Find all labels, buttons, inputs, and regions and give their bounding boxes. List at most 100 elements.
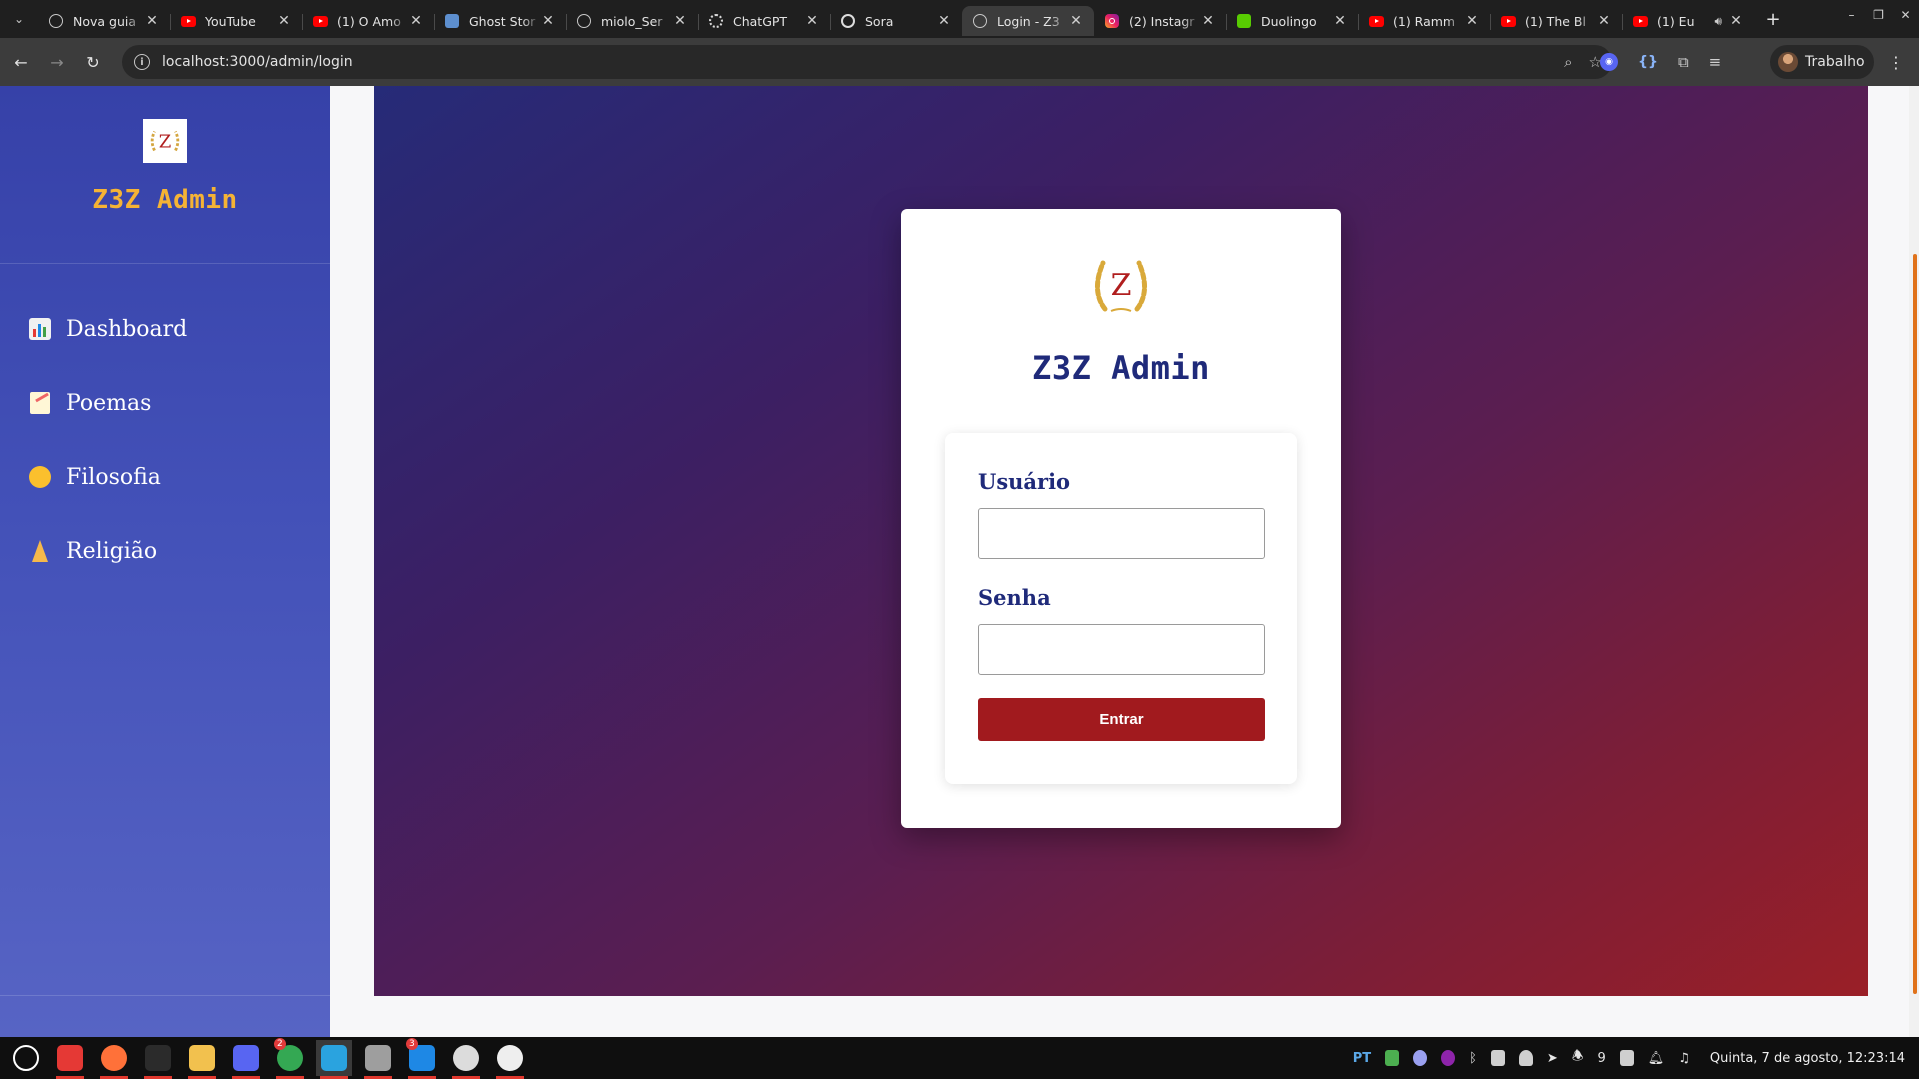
tab-title: Login - Z3 [997,13,1060,29]
close-window-icon[interactable]: ✕ [1892,8,1919,22]
profile-avatar [1778,52,1798,72]
tab-title: (1) O Amo [337,13,401,29]
music-icon[interactable]: ♫ [1678,1051,1690,1066]
browser-tab[interactable]: ChatGPT ✕ [698,6,830,36]
close-tab-icon[interactable]: ✕ [144,13,160,29]
close-tab-icon[interactable]: ✕ [1332,13,1348,29]
close-tab-icon[interactable]: ✕ [1068,13,1084,29]
bell-icon[interactable]: 🔔︎ [1648,1051,1665,1066]
sora-favicon-icon [840,13,856,29]
browser-tab[interactable]: Duolingo ✕ [1226,6,1358,36]
keyboard-language[interactable]: PT [1353,1051,1371,1066]
close-tab-icon[interactable]: ✕ [1200,13,1216,29]
discord-tray-icon[interactable] [1413,1050,1428,1066]
taskbar-app-menu[interactable] [8,1040,44,1076]
close-tab-icon[interactable]: ✕ [276,13,292,29]
taskbar-app-telegram[interactable] [316,1040,352,1079]
sidebar-nav: Dashboard Poemas Filosofia Religião [0,264,330,588]
sidebar-item-filosofia[interactable]: Filosofia [0,440,330,514]
maximize-icon[interactable]: ❐ [1865,8,1892,22]
taskbar-app-obs[interactable] [448,1040,484,1079]
sidebar-item-dashboard[interactable]: Dashboard [0,292,330,366]
taskbar-app-terminal[interactable] [140,1040,176,1079]
sidebar-item-poemas[interactable]: Poemas [0,366,330,440]
bar-chart-emoji-icon [28,317,52,341]
globe-favicon-icon [576,13,592,29]
shield-icon[interactable] [1518,1050,1533,1066]
taskbar-app-chrome[interactable]: 2 [272,1038,308,1079]
back-arrow-icon[interactable]: ← [6,47,36,77]
audio-playing-icon[interactable]: 🔊︎ [1714,14,1722,29]
new-tab-button[interactable]: + [1758,9,1788,30]
close-tab-icon[interactable]: ✕ [1596,13,1612,29]
laurel-z-logo-icon: Z [150,130,180,153]
site-info-icon[interactable]: i [134,54,150,70]
browser-tab[interactable]: Sora ✕ [830,6,962,36]
youtube-favicon-icon [1368,13,1384,29]
tab-title: miolo_Ser [601,13,663,29]
terminal-icon [145,1045,171,1071]
tab-title: YouTube [205,13,256,29]
notifications-icon[interactable]: 🕭 [1572,1047,1584,1069]
close-tab-icon[interactable]: ✕ [540,13,556,29]
extensions-puzzle-icon[interactable]: ⧉ [1678,53,1689,71]
forward-arrow-icon[interactable]: → [42,47,72,77]
browser-tab[interactable]: (1) Eu 🔊︎ ✕ [1622,6,1754,36]
address-url[interactable]: localhost:3000/admin/login [162,54,353,70]
close-tab-icon[interactable]: ✕ [672,13,688,29]
close-tab-icon[interactable]: ✕ [804,13,820,29]
sidebar-header: Z Z3Z Admin [0,86,330,264]
taskbar-app-firefox[interactable] [96,1040,132,1079]
taskbar-app-claws[interactable] [184,1040,220,1079]
tab-title: (1) Eu [1657,13,1695,29]
browser-menu-icon[interactable]: ⋮ [1888,38,1904,86]
telegram-tray-icon[interactable]: ➤ [1547,1051,1558,1066]
browser-tab[interactable]: Ghost Stor ✕ [434,6,566,36]
media-control-icon[interactable]: ≡ [1709,53,1722,71]
devtools-extension-icon[interactable]: {} [1638,54,1658,70]
close-tab-icon[interactable]: ✕ [936,13,952,29]
obs-icon [453,1045,479,1071]
close-tab-icon[interactable]: ✕ [1464,13,1480,29]
clipboard-icon[interactable] [1490,1050,1505,1066]
taskbar-app-files[interactable] [52,1040,88,1079]
browser-tab[interactable]: YouTube ✕ [170,6,302,36]
browser-tab[interactable]: (1) O Amo ✕ [302,6,434,36]
reload-icon[interactable]: ↻ [78,47,108,77]
minimize-icon[interactable]: – [1838,8,1865,22]
praying-hands-emoji-icon [28,539,52,563]
bluetooth-icon[interactable]: ᛒ [1469,1051,1477,1066]
battery-icon[interactable] [1619,1050,1634,1066]
tab-search-chevron-icon[interactable]: ⌄ [0,0,38,38]
login-submit-button[interactable]: Entrar [978,698,1265,741]
lock-icon[interactable] [1385,1050,1400,1066]
taskbar-app-sound[interactable] [360,1040,396,1079]
discord-extension-icon[interactable]: ◉ [1600,53,1618,71]
page-scrollbar[interactable] [1909,86,1919,1037]
sidebar-logo[interactable]: Z [143,119,187,163]
taskbar-app-inkscape[interactable] [492,1040,528,1079]
profile-button[interactable]: Trabalho [1770,45,1874,79]
close-tab-icon[interactable]: ✕ [408,13,424,29]
app-badge: 2 [274,1038,286,1050]
scrollbar-thumb[interactable] [1913,254,1917,994]
clock[interactable]: Quinta, 7 de agosto, 12:23:14 [1710,1051,1905,1066]
browser-tab[interactable]: (1) The Bl ✕ [1490,6,1622,36]
browser-tab[interactable]: Nova guia ✕ [38,6,170,36]
browser-tab[interactable]: (1) Ramm ✕ [1358,6,1490,36]
os-taskbar: 23 PT ᛒ ➤ 🕭 9 🔔︎ ♫ Quinta, 7 de agosto, … [0,1037,1919,1079]
taskbar-app-vscode[interactable]: 3 [404,1038,440,1079]
globe-favicon-icon [48,13,64,29]
username-input[interactable] [978,508,1265,559]
app-tray-icon[interactable] [1441,1050,1456,1066]
browser-tab[interactable]: (2) Instagr ✕ [1094,6,1226,36]
password-input[interactable] [978,624,1265,675]
browser-tab[interactable]: Login - Z3 ✕ [962,6,1094,36]
taskbar-app-discord[interactable] [228,1040,264,1079]
username-label: Usuário [978,469,1071,494]
close-tab-icon[interactable]: ✕ [1728,13,1744,29]
sidebar-item-religiao[interactable]: Religião [0,514,330,588]
browser-tab[interactable]: miolo_Ser ✕ [566,6,698,36]
zoom-icon[interactable]: ⌕ [1564,53,1572,71]
address-bar[interactable]: i localhost:3000/admin/login ⌕ ☆ [122,45,1612,79]
